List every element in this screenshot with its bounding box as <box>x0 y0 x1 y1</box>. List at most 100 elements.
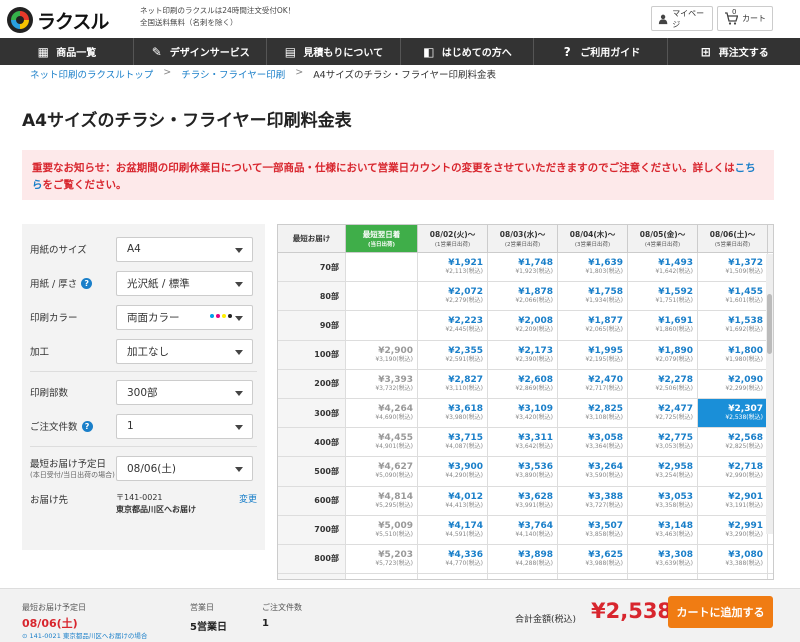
price-cell[interactable]: ¥4,264 ¥4,690(税込) <box>346 398 418 428</box>
price-cell[interactable]: ¥1,455 ¥1,601(税込) <box>698 282 768 311</box>
price-cell[interactable]: ¥1,592 ¥1,751(税込) <box>628 282 698 311</box>
price-cell[interactable]: ¥3,628 ¥3,991(税込) <box>488 486 558 515</box>
price-cell[interactable]: ¥4,627 ¥5,090(税込) <box>346 457 418 486</box>
price-cell[interactable]: ¥3,618 ¥3,980(税込) <box>418 398 488 428</box>
quantity-cell: 80部 <box>278 282 346 311</box>
price-cell[interactable]: ¥4,455 ¥4,901(税込) <box>346 428 418 457</box>
price-cell[interactable]: ¥3,058 ¥3,364(税込) <box>558 428 628 457</box>
orders-select[interactable]: 1 <box>116 413 253 439</box>
price-cell[interactable]: ¥1,538 ¥1,692(税込) <box>698 311 768 340</box>
price-cell[interactable]: ¥1,878 ¥2,066(税込) <box>488 282 558 311</box>
price-cell[interactable]: ¥3,080 ¥3,388(税込) <box>698 544 768 574</box>
price-cell[interactable]: ¥3,472¥3,819(税込) <box>628 574 698 579</box>
price-tax-included: ¥2,717(税込) <box>585 384 623 392</box>
price-cell[interactable]: ¥3,784¥4,162(税込) <box>558 574 628 579</box>
price-cell[interactable]: ¥2,900 ¥3,190(税込) <box>346 340 418 369</box>
price-cell[interactable]: ¥3,109 ¥3,420(税込) <box>488 398 558 428</box>
price-cell[interactable]: ¥5,386¥5,925(税込) <box>346 574 418 579</box>
price-cell[interactable]: ¥3,536 ¥3,890(税込) <box>488 457 558 486</box>
price-cell[interactable]: ¥2,827 ¥3,110(税込) <box>418 369 488 398</box>
nav-reorder[interactable]: ⊞ 再注文する <box>668 38 800 65</box>
price-cell[interactable]: ¥3,898 ¥4,288(税込) <box>488 544 558 574</box>
price-cell[interactable]: ¥2,991 ¥3,290(税込) <box>698 515 768 544</box>
paper-select[interactable]: 光沢紙 / 標準 <box>116 270 253 296</box>
finish-select[interactable]: 加工なし <box>116 338 253 364</box>
breadcrumb-flyer[interactable]: チラシ・フライヤー印刷 <box>181 67 285 81</box>
price-cell[interactable]: ¥1,758 ¥1,934(税込) <box>558 282 628 311</box>
price-cell[interactable]: ¥3,150¥3,465(税込) <box>698 574 768 579</box>
price-value: ¥3,900 <box>448 462 483 473</box>
price-cell[interactable]: ¥3,507 ¥3,858(税込) <box>558 515 628 544</box>
price-cell[interactable]: ¥2,278 ¥2,506(税込) <box>628 369 698 398</box>
cart-button[interactable]: 0 カート <box>717 6 773 31</box>
table-corner-header: 最短お届け <box>278 225 346 252</box>
raksul-logo[interactable]: ラクスル <box>7 6 137 34</box>
price-cell[interactable]: ¥1,995 ¥2,195(税込) <box>558 340 628 369</box>
price-cell[interactable]: ¥3,148 ¥3,463(税込) <box>628 515 698 544</box>
mypage-button[interactable]: マイページ <box>651 6 713 31</box>
nav-guide[interactable]: ? ご利用ガイド <box>534 38 668 65</box>
price-cell[interactable]: ¥5,203 ¥5,723(税込) <box>346 544 418 574</box>
price-cell[interactable]: ¥3,625 ¥3,988(税込) <box>558 544 628 574</box>
scrollbar-thumb[interactable] <box>767 294 772 354</box>
price-cell[interactable]: ¥2,958 ¥3,254(税込) <box>628 457 698 486</box>
price-cell[interactable]: ¥3,388 ¥3,727(税込) <box>558 486 628 515</box>
price-cell[interactable]: ¥2,825 ¥3,108(税込) <box>558 398 628 428</box>
copies-select[interactable]: 300部 <box>116 379 253 405</box>
price-cell[interactable]: ¥1,748 ¥1,923(税込) <box>488 253 558 282</box>
price-cell[interactable]: ¥1,372 ¥1,509(税込) <box>698 253 768 282</box>
price-cell[interactable]: ¥4,489¥4,938(税込) <box>418 574 488 579</box>
price-cell[interactable]: ¥3,264 ¥3,590(税込) <box>558 457 628 486</box>
price-cell[interactable]: ¥1,691 ¥1,860(税込) <box>628 311 698 340</box>
price-value: ¥4,012 <box>448 491 483 502</box>
add-to-cart-button[interactable]: カートに追加する <box>668 596 773 628</box>
nav-beginner[interactable]: ◧ はじめての方へ <box>401 38 534 65</box>
price-cell[interactable]: ¥3,715 ¥4,087(税込) <box>418 428 488 457</box>
price-cell[interactable]: ¥2,901 ¥3,191(税込) <box>698 486 768 515</box>
price-cell[interactable]: ¥1,800 ¥1,980(税込) <box>698 340 768 369</box>
breadcrumb-home[interactable]: ネット印刷のラクスルトップ <box>30 67 153 81</box>
price-cell[interactable]: ¥2,718 ¥2,990(税込) <box>698 457 768 486</box>
price-cell[interactable]: ¥4,814 ¥5,295(税込) <box>346 486 418 515</box>
finish-row: 加工 加工なし <box>30 334 257 368</box>
price-cell[interactable]: ¥4,055¥4,461(税込) <box>488 574 558 579</box>
nav-design[interactable]: ✎ デザインサービス <box>134 38 267 65</box>
price-cell[interactable]: ¥3,900 ¥4,290(税込) <box>418 457 488 486</box>
price-cell[interactable]: ¥2,477 ¥2,725(税込) <box>628 398 698 428</box>
price-cell[interactable]: ¥2,008 ¥2,209(税込) <box>488 311 558 340</box>
price-cell[interactable]: ¥2,608 ¥2,869(税込) <box>488 369 558 398</box>
price-cell[interactable]: ¥2,568 ¥2,825(税込) <box>698 428 768 457</box>
price-cell[interactable]: ¥1,921 ¥2,113(税込) <box>418 253 488 282</box>
price-cell[interactable]: ¥2,470 ¥2,717(税込) <box>558 369 628 398</box>
price-cell[interactable]: ¥1,890 ¥2,079(税込) <box>628 340 698 369</box>
color-select[interactable]: 両面カラー <box>116 304 253 330</box>
price-cell[interactable]: ¥2,090 ¥2,299(税込) <box>698 369 768 398</box>
price-cell[interactable]: ¥1,493 ¥1,642(税込) <box>628 253 698 282</box>
help-icon[interactable]: ? <box>81 420 93 432</box>
price-cell[interactable]: ¥2,355 ¥2,591(税込) <box>418 340 488 369</box>
price-cell[interactable]: ¥3,311 ¥3,642(税込) <box>488 428 558 457</box>
nav-products[interactable]: ▦ 商品一覧 <box>0 38 134 65</box>
price-cell[interactable]: ¥3,308 ¥3,639(税込) <box>628 544 698 574</box>
price-cell[interactable]: ¥1,639 ¥1,803(税込) <box>558 253 628 282</box>
header-notes: ネット印刷のラクスルは24時間注文受付OK！ 全国送料無料（名刺を除く） <box>140 5 295 29</box>
price-cell[interactable]: ¥4,336 ¥4,770(税込) <box>418 544 488 574</box>
price-cell[interactable]: ¥2,223 ¥2,445(税込) <box>418 311 488 340</box>
table-scrollbar[interactable] <box>766 254 773 534</box>
price-cell[interactable]: ¥3,053 ¥3,358(税込) <box>628 486 698 515</box>
delivery-select[interactable]: 08/06(土) <box>116 455 253 481</box>
price-cell[interactable]: ¥4,012 ¥4,413(税込) <box>418 486 488 515</box>
help-icon[interactable]: ? <box>81 277 93 289</box>
price-cell[interactable]: ¥2,775 ¥3,053(税込) <box>628 428 698 457</box>
change-address-link[interactable]: 変更 <box>239 492 257 505</box>
price-cell[interactable]: ¥1,877 ¥2,065(税込) <box>558 311 628 340</box>
price-cell[interactable]: ¥5,009 ¥5,510(税込) <box>346 515 418 544</box>
nav-estimate[interactable]: ▤ 見積もりについて <box>267 38 401 65</box>
size-select[interactable]: A4 <box>116 236 253 262</box>
price-cell[interactable]: ¥2,173 ¥2,390(税込) <box>488 340 558 369</box>
price-cell[interactable]: ¥3,764 ¥4,140(税込) <box>488 515 558 544</box>
price-cell[interactable]: ¥2,307 ¥2,538(税込) <box>698 398 768 428</box>
price-cell[interactable]: ¥4,174 ¥4,591(税込) <box>418 515 488 544</box>
price-cell[interactable]: ¥3,393 ¥3,732(税込) <box>346 369 418 398</box>
price-cell[interactable]: ¥2,072 ¥2,279(税込) <box>418 282 488 311</box>
